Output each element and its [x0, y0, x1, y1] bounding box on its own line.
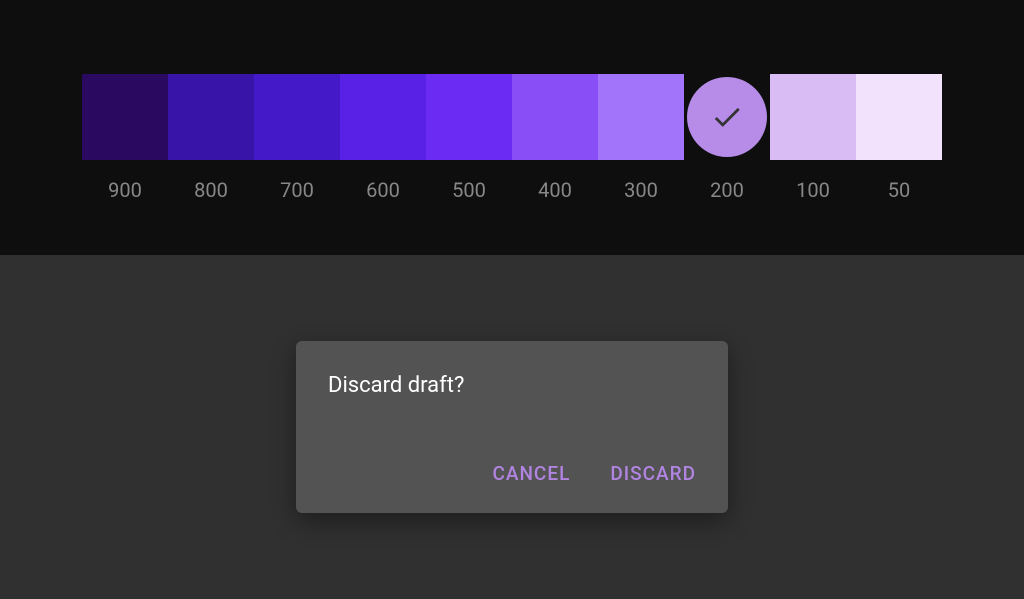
check-icon — [710, 100, 744, 134]
swatch-label-800: 800 — [194, 178, 228, 202]
swatch-container-300: 300 — [598, 74, 684, 202]
swatch-label-500: 500 — [452, 178, 486, 202]
swatch-label-300: 300 — [624, 178, 658, 202]
color-swatch-300[interactable] — [598, 74, 684, 160]
swatch-row: 900 800 700 600 500 400 300 200 100 50 — [82, 74, 942, 202]
palette-section: 900 800 700 600 500 400 300 200 100 50 — [0, 0, 1024, 255]
swatch-label-50: 50 — [888, 178, 910, 202]
color-swatch-50[interactable] — [856, 74, 942, 160]
swatch-label-700: 700 — [280, 178, 314, 202]
dialog-actions: Cancel Discard — [296, 450, 728, 513]
swatch-label-100: 100 — [796, 178, 830, 202]
color-swatch-200[interactable] — [687, 77, 767, 157]
color-swatch-800[interactable] — [168, 74, 254, 160]
swatch-label-400: 400 — [538, 178, 572, 202]
discard-button[interactable]: Discard — [594, 450, 712, 497]
color-swatch-500[interactable] — [426, 74, 512, 160]
swatch-container-700: 700 — [254, 74, 340, 202]
color-swatch-600[interactable] — [340, 74, 426, 160]
swatch-container-800: 800 — [168, 74, 254, 202]
swatch-container-600: 600 — [340, 74, 426, 202]
color-swatch-100[interactable] — [770, 74, 856, 160]
swatch-container-500: 500 — [426, 74, 512, 202]
cancel-button[interactable]: Cancel — [476, 450, 586, 497]
swatch-container-200: 200 — [684, 74, 770, 202]
color-swatch-400[interactable] — [512, 74, 598, 160]
color-swatch-700[interactable] — [254, 74, 340, 160]
swatch-label-200: 200 — [710, 178, 744, 202]
swatch-container-900: 900 — [82, 74, 168, 202]
swatch-container-100: 100 — [770, 74, 856, 202]
swatch-label-900: 900 — [108, 178, 142, 202]
dialog-title: Discard draft? — [296, 373, 728, 450]
swatch-container-400: 400 — [512, 74, 598, 202]
preview-section: Discard draft? Cancel Discard — [0, 255, 1024, 599]
color-swatch-900[interactable] — [82, 74, 168, 160]
discard-dialog: Discard draft? Cancel Discard — [296, 341, 728, 513]
swatch-label-600: 600 — [366, 178, 400, 202]
swatch-container-50: 50 — [856, 74, 942, 202]
